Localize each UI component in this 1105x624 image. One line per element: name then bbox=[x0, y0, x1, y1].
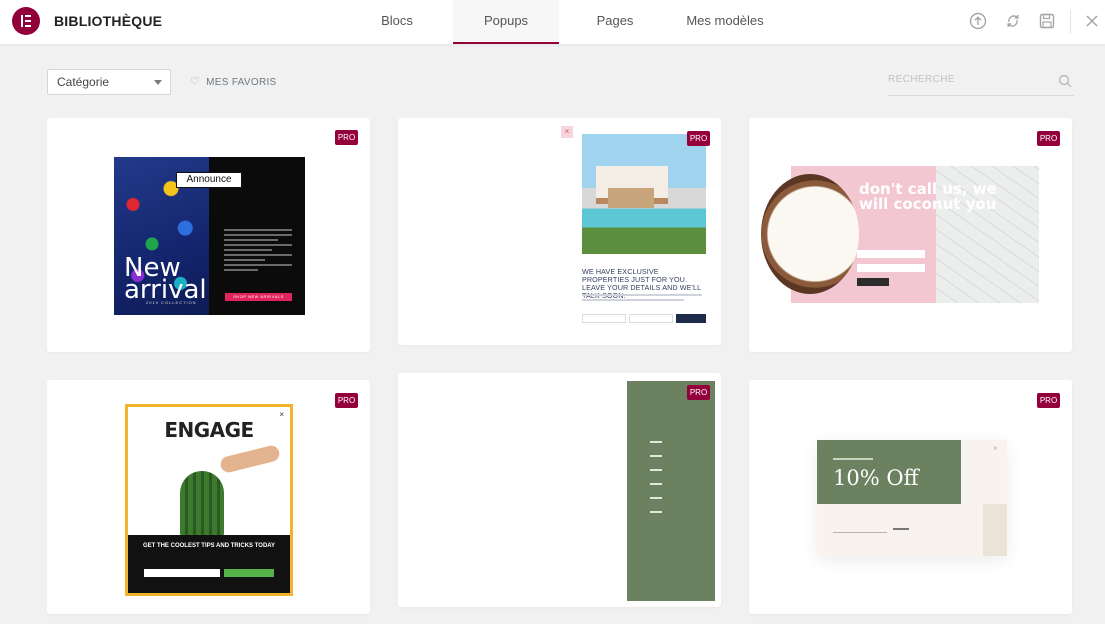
save-icon[interactable] bbox=[1038, 12, 1056, 30]
pro-badge: PRO bbox=[335, 393, 358, 408]
sub-text-lines bbox=[582, 294, 702, 304]
category-select[interactable]: Catégorie bbox=[47, 69, 171, 95]
header-divider bbox=[1070, 10, 1071, 34]
coconut-headline: don't call us, we will coconut you bbox=[859, 180, 997, 213]
email-line-preview bbox=[833, 532, 887, 533]
side-menu-panel bbox=[627, 381, 715, 601]
upload-icon[interactable] bbox=[969, 12, 987, 30]
template-thumbnail: Announce New arrival 2019 COLLECTION SHOP… bbox=[114, 157, 305, 315]
phone-field-preview bbox=[857, 264, 925, 272]
elementor-logo-icon bbox=[12, 7, 40, 35]
library-header: BIBLIOTHÈQUE Blocs Popups Pages Mes modè… bbox=[0, 0, 1105, 44]
library-title: BIBLIOTHÈQUE bbox=[54, 13, 163, 29]
house-shape-lower bbox=[608, 188, 654, 208]
pro-badge: PRO bbox=[1037, 131, 1060, 146]
collection-label: 2019 COLLECTION bbox=[146, 300, 197, 305]
popup-close-icon: × bbox=[993, 444, 998, 453]
tab-mes-modeles[interactable]: Mes modèles bbox=[670, 0, 780, 44]
engage-headline: ENGAGE bbox=[164, 418, 254, 442]
pro-badge: PRO bbox=[335, 130, 358, 145]
coconut-image bbox=[761, 174, 859, 294]
favorites-label: MES FAVORIS bbox=[206, 77, 277, 88]
favorites-filter[interactable]: ♡ MES FAVORIS bbox=[190, 75, 277, 88]
new-arrival-text: New arrival bbox=[124, 255, 207, 303]
template-card-10-off[interactable]: PRO 10% Off × bbox=[749, 380, 1072, 614]
submit-preview bbox=[893, 528, 909, 530]
ten-percent-off-text: 10% Off bbox=[833, 466, 919, 490]
hand-image bbox=[218, 443, 282, 475]
menu-lines bbox=[650, 441, 662, 525]
pro-badge: PRO bbox=[1037, 393, 1060, 408]
email-field-preview bbox=[144, 569, 220, 577]
template-card-new-arrival[interactable]: PRO Announce New arrival 2019 COLLECTION … bbox=[47, 118, 370, 352]
template-card-coconut[interactable]: PRO don't call us, we will coconut you bbox=[749, 118, 1072, 352]
template-card-side-menu[interactable]: PRO bbox=[398, 373, 721, 607]
pro-badge: PRO bbox=[687, 385, 710, 400]
pro-badge: PRO bbox=[687, 131, 710, 146]
email-field-preview bbox=[629, 314, 673, 323]
name-field-preview bbox=[857, 250, 925, 258]
close-icon[interactable] bbox=[1083, 12, 1101, 30]
side-accent bbox=[983, 504, 1007, 556]
download-button-preview bbox=[224, 569, 274, 577]
template-thumbnail: ENGAGE × GET THE COOLEST TIPS AND TRICKS… bbox=[125, 404, 293, 596]
template-thumbnail: 10% Off × bbox=[817, 440, 1007, 556]
template-card-engage[interactable]: PRO ENGAGE × GET THE COOLEST TIPS AND TR… bbox=[47, 380, 370, 614]
category-select-value: Catégorie bbox=[57, 75, 110, 89]
sync-icon[interactable] bbox=[1004, 12, 1022, 30]
tips-headline: GET THE COOLEST TIPS AND TRICKS TODAY bbox=[142, 543, 276, 549]
offer-caption-line bbox=[833, 458, 873, 460]
template-card-real-estate[interactable]: × PRO WE HAVE EXCLUSIVE PROPERTIES JUST … bbox=[398, 118, 721, 345]
search-icon bbox=[1058, 74, 1072, 88]
template-thumbnail: don't call us, we will coconut you bbox=[761, 166, 1039, 303]
popup-close-icon: × bbox=[279, 410, 284, 419]
heart-icon: ♡ bbox=[190, 76, 201, 88]
send-button-preview bbox=[676, 314, 706, 323]
signup-band: GET THE COOLEST TIPS AND TRICKS TODAY bbox=[128, 535, 290, 593]
shop-new-arrivals-button: SHOP NEW ARRIVALS bbox=[225, 293, 292, 301]
popup-close-icon: × bbox=[561, 126, 573, 138]
announce-label: Announce bbox=[176, 172, 242, 188]
send-button-preview bbox=[857, 278, 889, 286]
body-text-lines bbox=[224, 229, 292, 274]
tab-blocs[interactable]: Blocs bbox=[352, 0, 442, 44]
name-field-preview bbox=[582, 314, 626, 323]
cactus-image bbox=[180, 471, 224, 539]
tab-pages[interactable]: Pages bbox=[565, 0, 665, 44]
search-input[interactable] bbox=[888, 74, 1048, 85]
caret-down-icon bbox=[154, 80, 162, 85]
search-box[interactable] bbox=[888, 70, 1074, 96]
tab-popups[interactable]: Popups bbox=[453, 0, 559, 44]
offer-panel: 10% Off bbox=[817, 440, 961, 504]
